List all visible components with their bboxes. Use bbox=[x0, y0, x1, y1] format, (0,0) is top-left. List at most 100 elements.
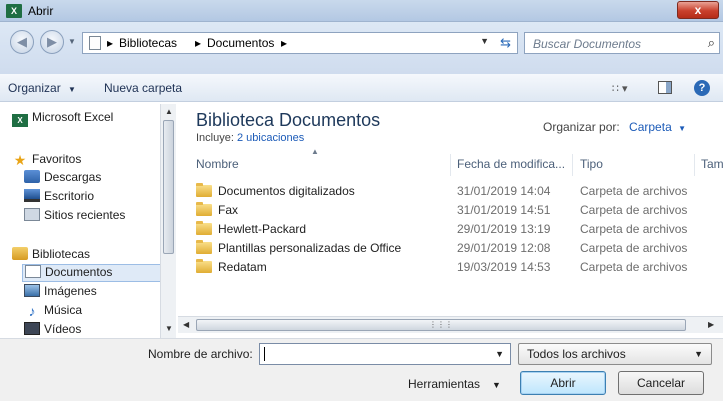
nav-item-descargas[interactable]: Descargas bbox=[24, 170, 101, 188]
file-row[interactable]: Plantillas personalizadas de Office 29/0… bbox=[196, 239, 716, 258]
nav-item-videos[interactable]: Vídeos bbox=[24, 322, 81, 338]
nav-label: Escritorio bbox=[44, 189, 95, 203]
nav-scroll-thumb[interactable] bbox=[163, 120, 174, 254]
nav-item-bibliotecas[interactable]: Bibliotecas bbox=[12, 247, 90, 265]
search-input[interactable]: Buscar Documentos bbox=[533, 37, 641, 51]
nav-item-sitios-recientes[interactable]: Sitios recientes bbox=[24, 208, 125, 226]
search-box[interactable]: Buscar Documentos ⌕ bbox=[524, 32, 720, 54]
filename-dropdown-icon[interactable]: ▼ bbox=[495, 349, 504, 359]
filename-input[interactable]: ▼ bbox=[259, 343, 511, 365]
nav-item-favoritos[interactable]: ★ Favoritos bbox=[12, 152, 82, 170]
arrange-caret-icon: ▼ bbox=[678, 124, 687, 133]
nav-item-documentos[interactable]: Documentos bbox=[22, 264, 162, 282]
title-bar: X Abrir x bbox=[0, 0, 723, 22]
nav-label: Sitios recientes bbox=[44, 208, 126, 222]
arrange-value: Carpeta bbox=[629, 120, 672, 134]
column-header-date[interactable]: Fecha de modifica... bbox=[457, 157, 565, 171]
scroll-up-icon[interactable]: ▲ bbox=[165, 107, 173, 116]
file-type: Carpeta de archivos bbox=[580, 241, 688, 255]
arrange-by-dropdown[interactable]: Carpeta ▼ bbox=[629, 120, 686, 134]
filter-dropdown-icon: ▼ bbox=[694, 349, 703, 359]
folder-icon bbox=[196, 259, 212, 273]
excel-icon: X bbox=[12, 114, 28, 127]
organize-caret-icon: ▼ bbox=[68, 85, 76, 94]
file-name: Plantillas personalizadas de Office bbox=[218, 241, 402, 255]
nav-item-imagenes[interactable]: Imágenes bbox=[24, 284, 97, 302]
column-divider[interactable] bbox=[572, 154, 573, 176]
horizontal-scroll-thumb[interactable]: ⋮⋮⋮ bbox=[196, 319, 686, 331]
refresh-icon[interactable]: ⇆ bbox=[500, 35, 511, 51]
forward-button[interactable]: ▶ bbox=[40, 30, 64, 54]
file-row[interactable]: Hewlett-Packard 29/01/2019 13:19 Carpeta… bbox=[196, 220, 716, 239]
file-date: 31/01/2019 14:04 bbox=[457, 184, 551, 198]
open-button[interactable]: Abrir bbox=[520, 371, 606, 395]
nav-item-microsoft-excel[interactable]: X Microsoft Excel bbox=[12, 110, 113, 128]
file-row[interactable]: Fax 31/01/2019 14:51 Carpeta de archivos bbox=[196, 201, 716, 220]
scroll-right-icon[interactable]: ▶ bbox=[708, 320, 714, 329]
breadcrumb-bibliotecas[interactable]: Bibliotecas bbox=[119, 36, 177, 50]
help-icon[interactable]: ? bbox=[694, 80, 710, 96]
nav-scrollbar[interactable]: ▲ ▼ bbox=[160, 104, 176, 338]
crumb-separator-icon: ▸ bbox=[281, 36, 288, 50]
file-row[interactable]: Redatam 19/03/2019 14:53 Carpeta de arch… bbox=[196, 258, 716, 277]
nav-label: Imágenes bbox=[44, 284, 97, 298]
folder-icon bbox=[196, 183, 212, 197]
column-divider[interactable] bbox=[450, 154, 451, 176]
organize-label: Organizar bbox=[8, 81, 61, 95]
filename-label: Nombre de archivo: bbox=[148, 347, 253, 361]
videos-icon bbox=[24, 322, 40, 335]
breadcrumb-documentos[interactable]: Documentos bbox=[207, 36, 274, 50]
file-type: Carpeta de archivos bbox=[580, 222, 688, 236]
sort-ascending-icon: ▲ bbox=[311, 147, 319, 156]
new-folder-button[interactable]: Nueva carpeta bbox=[104, 81, 182, 95]
column-header-size[interactable]: Tam bbox=[701, 157, 723, 171]
documents-icon bbox=[25, 265, 41, 278]
library-includes: Incluye: 2 ubicaciones bbox=[196, 132, 304, 144]
documents-location-icon bbox=[89, 36, 101, 50]
cancel-button[interactable]: Cancelar bbox=[618, 371, 704, 395]
tools-button[interactable]: Herramientas ▼ bbox=[408, 377, 501, 391]
file-date: 31/01/2019 14:51 bbox=[457, 203, 551, 217]
scroll-down-icon[interactable]: ▼ bbox=[165, 324, 173, 333]
includes-label: Incluye: bbox=[196, 132, 234, 144]
preview-pane-icon[interactable] bbox=[658, 81, 672, 94]
nav-label: Microsoft Excel bbox=[32, 110, 114, 124]
address-dropdown-icon[interactable]: ▼ bbox=[480, 36, 489, 46]
tools-dropdown-icon: ▼ bbox=[492, 380, 501, 390]
close-button[interactable]: x bbox=[677, 1, 719, 19]
filter-value: Todos los archivos bbox=[527, 347, 626, 361]
file-date: 29/01/2019 13:19 bbox=[457, 222, 551, 236]
library-title: Biblioteca Documentos bbox=[196, 110, 381, 130]
file-type: Carpeta de archivos bbox=[580, 203, 688, 217]
nav-label: Música bbox=[44, 303, 83, 317]
file-date: 19/03/2019 14:53 bbox=[457, 260, 551, 274]
file-name: Documentos digitalizados bbox=[218, 184, 355, 198]
column-divider[interactable] bbox=[694, 154, 695, 176]
nav-label: Descargas bbox=[44, 170, 102, 184]
scroll-left-icon[interactable]: ◀ bbox=[183, 320, 189, 329]
libraries-icon bbox=[12, 247, 28, 260]
folder-icon bbox=[196, 221, 212, 235]
address-bar[interactable]: ▸ Bibliotecas ▸ Documentos ▸ ▼ ⇆ bbox=[82, 32, 518, 54]
back-button[interactable]: ◀ bbox=[10, 30, 34, 54]
organize-button[interactable]: Organizar ▼ bbox=[8, 81, 76, 95]
nav-item-musica[interactable]: ♪ Música bbox=[24, 303, 83, 321]
file-type-filter[interactable]: Todos los archivos ▼ bbox=[518, 343, 712, 365]
search-icon[interactable]: ⌕ bbox=[708, 35, 715, 51]
nav-item-escritorio[interactable]: Escritorio bbox=[24, 189, 94, 207]
pictures-icon bbox=[24, 284, 40, 297]
horizontal-scrollbar[interactable]: ◀ ⋮⋮⋮ ▶ bbox=[178, 316, 723, 333]
arrange-label: Organizar por: bbox=[543, 120, 620, 134]
file-type: Carpeta de archivos bbox=[580, 184, 688, 198]
file-name: Hewlett-Packard bbox=[218, 222, 307, 236]
text-caret bbox=[264, 347, 265, 361]
crumb-separator-icon: ▸ bbox=[195, 36, 202, 50]
column-header-type[interactable]: Tipo bbox=[580, 157, 603, 171]
nav-label: Documentos bbox=[45, 265, 113, 279]
view-options-icon[interactable]: ∷ ▾ bbox=[612, 82, 628, 95]
file-row[interactable]: Documentos digitalizados 31/01/2019 14:0… bbox=[196, 182, 716, 201]
history-dropdown-icon[interactable]: ▼ bbox=[68, 37, 76, 46]
includes-locations-link[interactable]: 2 ubicaciones bbox=[237, 132, 304, 144]
file-name: Fax bbox=[218, 203, 239, 217]
column-header-name[interactable]: Nombre bbox=[196, 157, 239, 171]
